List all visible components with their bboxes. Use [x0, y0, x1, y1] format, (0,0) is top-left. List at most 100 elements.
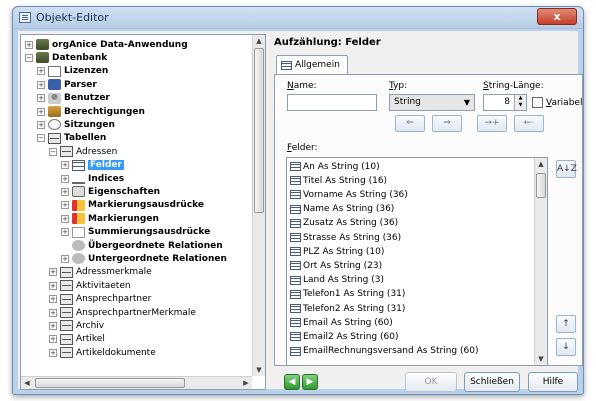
scroll-down-icon[interactable]: ▼ [253, 364, 265, 376]
tab-allgemein[interactable]: Allgemein [276, 55, 348, 74]
expand-toggle-icon[interactable]: + [25, 40, 33, 49]
expand-toggle-icon[interactable]: + [49, 321, 57, 330]
tree-scroll-thumb[interactable] [254, 48, 264, 213]
expand-toggle-icon[interactable]: + [37, 67, 45, 76]
scroll-left-icon[interactable]: ◀ [21, 377, 33, 389]
list-item[interactable]: Vorname As String (36) [290, 188, 408, 201]
next-record-button[interactable]: ▶ [302, 374, 318, 390]
fields-scroll-thumb[interactable] [536, 173, 546, 198]
tree-item[interactable]: + AnsprechpartnerMerkmale [49, 306, 196, 319]
expand-toggle-icon[interactable]: − [25, 53, 33, 62]
tree-item[interactable]: − Datenbank [25, 51, 107, 64]
tree-item[interactable]: − Tabellen [37, 132, 106, 145]
tree-item[interactable]: + Markierungsausdrücke [61, 199, 204, 212]
list-item[interactable]: Titel As String (16) [290, 174, 387, 187]
tree-item[interactable]: + orgAnice Data-Anwendung [25, 38, 188, 51]
expand-toggle-icon[interactable]: + [61, 201, 69, 210]
tree-item[interactable]: + Eigenschaften [61, 185, 160, 198]
tree-item[interactable]: + Artikel [49, 333, 105, 346]
scroll-up-icon[interactable]: ▲ [253, 35, 265, 47]
close-button[interactable]: x [537, 8, 577, 25]
help-button[interactable]: Hilfe [528, 372, 578, 392]
list-item[interactable]: An As String (10) [290, 160, 380, 173]
expand-toggle-icon[interactable]: + [37, 107, 45, 116]
tree-item[interactable]: Übergeordnete Relationen [61, 239, 223, 252]
expand-toggle-icon[interactable]: + [61, 174, 69, 183]
sort-button[interactable]: A↓Z [556, 160, 577, 178]
tree-item[interactable]: + Aktivitaeten [49, 279, 131, 292]
list-item[interactable]: Zusatz As String (36) [290, 217, 398, 230]
field-label: Strasse As String (36) [303, 232, 402, 243]
expand-toggle-icon[interactable]: + [49, 335, 57, 344]
tree-item[interactable]: − Adressen [49, 145, 117, 158]
close-dialog-button[interactable]: Schließen [464, 372, 520, 392]
tree-item[interactable]: + Archiv [49, 319, 104, 332]
folder-icon [48, 132, 61, 144]
ok-button[interactable]: OK [405, 372, 457, 392]
tree-vertical-scrollbar[interactable]: ▲ ▼ [252, 35, 265, 376]
field-icon [290, 176, 301, 186]
move-right-button[interactable]: ⇒ [432, 115, 462, 132]
list-item[interactable]: Ort As String (23) [290, 259, 382, 272]
scroll-down-icon[interactable]: ▼ [535, 353, 547, 365]
tree-item[interactable]: + Lizenzen [37, 65, 108, 78]
move-up-button[interactable]: ↑ [556, 315, 576, 333]
tree-item[interactable]: + Adressmerkmale [49, 266, 152, 279]
expand-toggle-icon[interactable]: + [61, 161, 69, 170]
tree-item[interactable]: + Markierungen [61, 212, 159, 225]
list-item[interactable]: Email2 As String (60) [290, 330, 398, 343]
fields-scrollbar[interactable]: ▲ ▼ [534, 158, 547, 365]
scroll-up-icon[interactable]: ▲ [535, 158, 547, 170]
expand-toggle-icon[interactable]: + [37, 120, 45, 129]
expand-toggle-icon[interactable]: − [37, 134, 45, 143]
expand-toggle-icon[interactable]: + [49, 268, 57, 277]
list-item[interactable]: Name As String (36) [290, 203, 394, 216]
stepper-arrows-icon[interactable]: ▲ ▼ [514, 95, 526, 110]
prev-record-button[interactable]: ◀ [284, 374, 300, 390]
expand-toggle-icon[interactable]: + [49, 281, 57, 290]
expand-toggle-icon[interactable]: + [49, 348, 57, 357]
fields-list[interactable]: EmailRechnungsversand As String (60) Emai… [286, 157, 548, 366]
move-down-button[interactable]: ↓ [556, 338, 576, 356]
list-item[interactable]: Strasse As String (36) [290, 231, 401, 244]
expand-toggle-icon[interactable]: + [49, 295, 57, 304]
tree-item[interactable]: + Untergeordnete Relationen [61, 252, 227, 265]
tree-item-label: Tabellen [64, 133, 107, 144]
type-select[interactable]: String ▼ [389, 94, 475, 111]
tree-item[interactable]: + Berechtigungen [37, 105, 145, 118]
list-item[interactable]: Email As String (60) [290, 316, 393, 329]
tree-item[interactable]: + Ansprechpartner [49, 293, 151, 306]
object-tree[interactable]: + Artikeldokumente + Artikel + Archiv + Ansprec… [20, 34, 266, 390]
tree-item[interactable]: + Summierungsausdrücke [61, 226, 210, 239]
list-item[interactable]: Telefon2 As String (31) [290, 302, 405, 315]
tree-item[interactable]: + Benutzer [37, 92, 110, 105]
list-item[interactable]: PLZ As String (10) [290, 245, 384, 258]
add-field-button[interactable]: →+ [477, 115, 507, 132]
tree-item[interactable]: + Sitzungen [37, 118, 115, 131]
expand-toggle-icon[interactable]: + [37, 94, 45, 103]
tree-hscroll-thumb[interactable] [35, 378, 185, 388]
expand-toggle-icon[interactable]: + [61, 228, 69, 237]
string-length-stepper[interactable]: 8 ▲ ▼ [483, 94, 527, 111]
table-icon [281, 60, 292, 70]
tree-item[interactable]: + Indices [61, 172, 124, 185]
remove-field-button[interactable]: ←· [514, 115, 544, 132]
name-input[interactable] [287, 94, 377, 111]
table-icon [72, 159, 85, 171]
expand-toggle-icon[interactable]: − [49, 147, 57, 156]
expand-toggle-icon[interactable]: + [49, 308, 57, 317]
scroll-right-icon[interactable]: ▶ [240, 377, 252, 389]
expand-toggle-icon[interactable]: + [37, 80, 45, 89]
list-item[interactable]: EmailRechnungsversand As String (60) [290, 345, 478, 358]
tree-horizontal-scrollbar[interactable]: ◀ ▶ [21, 376, 252, 389]
tree-item[interactable]: + Artikeldokumente [49, 346, 156, 359]
expand-toggle-icon[interactable]: + [61, 187, 69, 196]
tree-item[interactable]: + Parser [37, 78, 97, 91]
move-left-button[interactable]: ⇐ [395, 115, 425, 132]
list-item[interactable]: Land As String (3) [290, 274, 384, 287]
expand-toggle-icon[interactable]: + [61, 254, 69, 263]
list-item[interactable]: Telefon1 As String (31) [290, 288, 405, 301]
tree-item[interactable]: + Felder [61, 159, 124, 172]
variabel-checkbox[interactable] [532, 97, 543, 108]
expand-toggle-icon[interactable]: + [61, 214, 69, 223]
